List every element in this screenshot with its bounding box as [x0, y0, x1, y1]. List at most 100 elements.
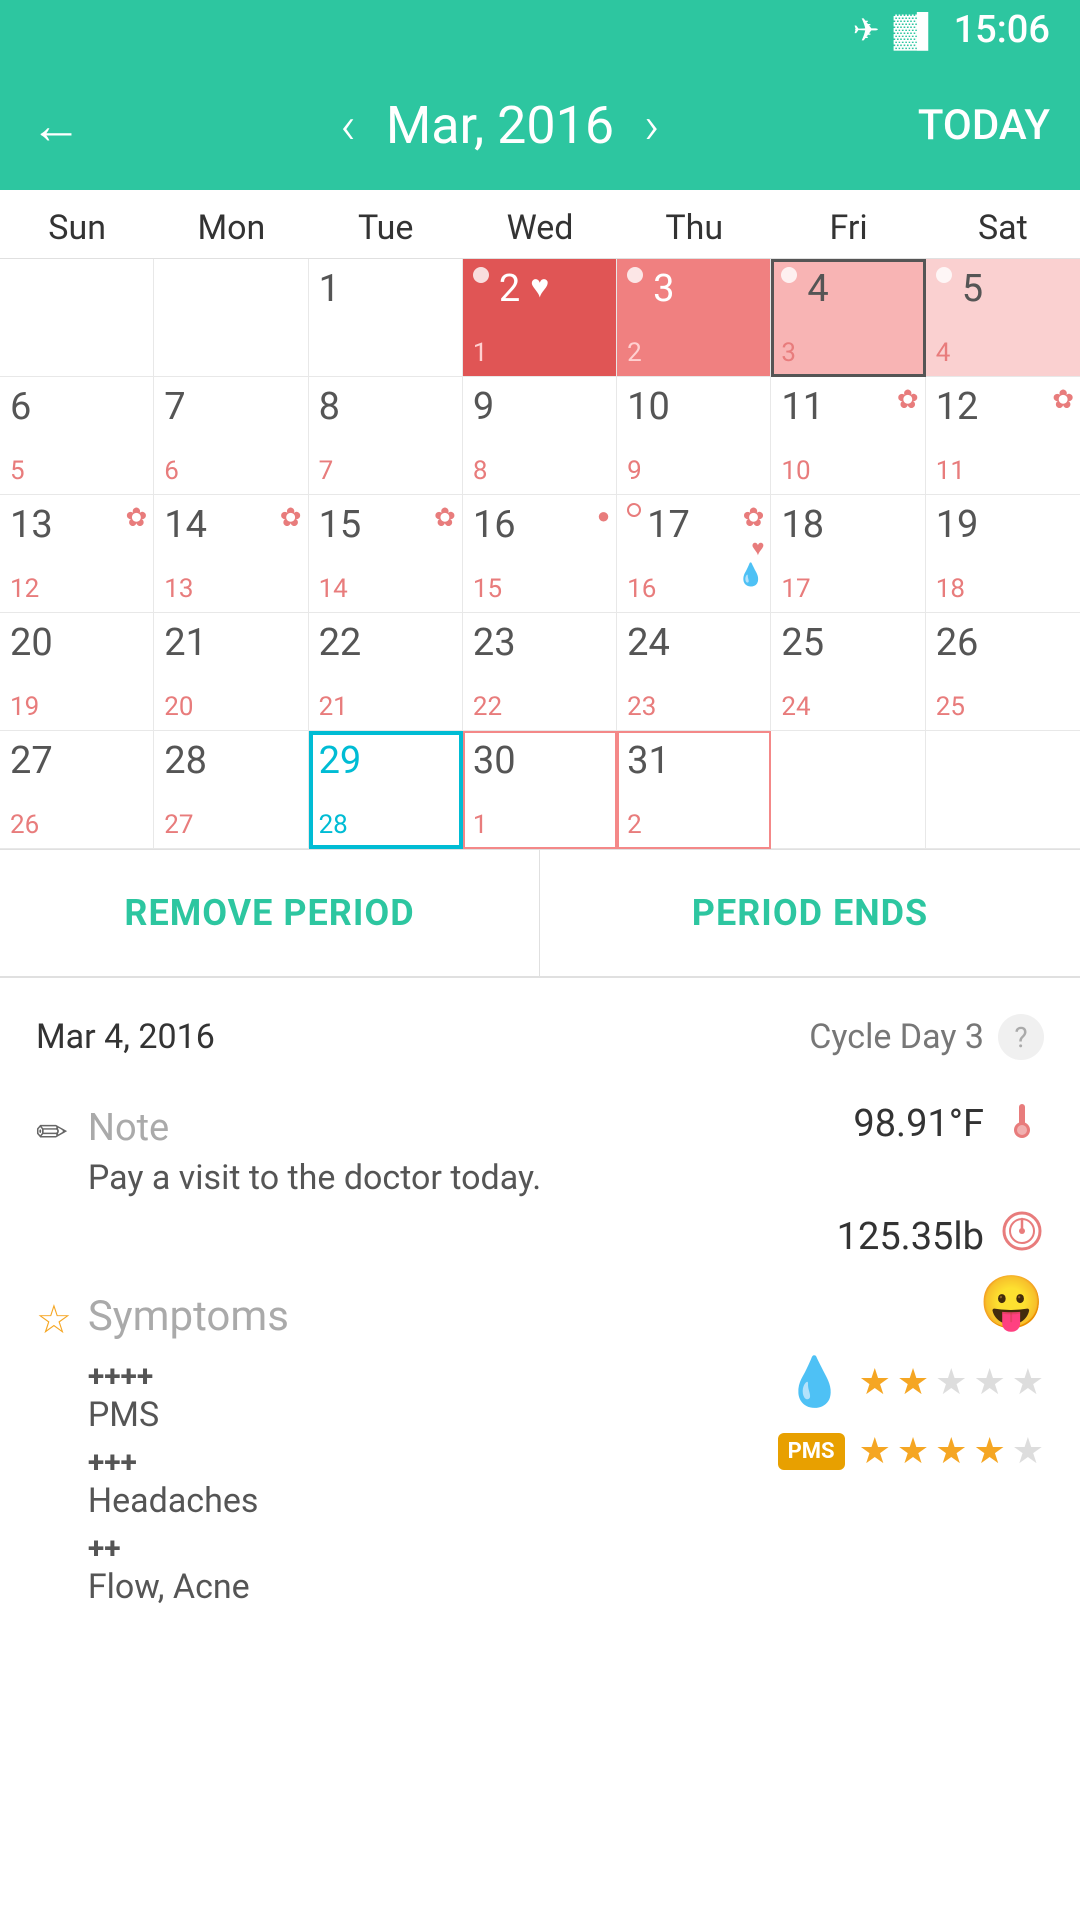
- star-4: ★: [973, 1361, 1005, 1403]
- period-dot: [781, 267, 797, 283]
- day-header-thu: Thu: [617, 190, 771, 258]
- cal-cell-mar21[interactable]: 21 20: [154, 613, 308, 731]
- cal-cell-mar28[interactable]: 28 27: [154, 731, 308, 849]
- month-nav: ‹ Mar, 2016 ›: [340, 95, 659, 156]
- day-header-wed: Wed: [463, 190, 617, 258]
- note-text: Pay a visit to the doctor today.: [88, 1158, 541, 1198]
- cal-cell-mar19[interactable]: 19 18: [926, 495, 1080, 613]
- star-1: ★: [859, 1361, 891, 1403]
- cal-cell-mar8[interactable]: 8 7: [309, 377, 463, 495]
- period-dot: [936, 267, 952, 283]
- flower-icon: ✿: [897, 385, 919, 415]
- cal-cell-mar15[interactable]: 15 14 ✿: [309, 495, 463, 613]
- flower-icon: ✿: [1052, 385, 1074, 415]
- cal-cell-mar30[interactable]: 30 1: [463, 731, 617, 849]
- note-section: ✏ Note Pay a visit to the doctor today.: [36, 1106, 590, 1198]
- thermometer-icon: [1000, 1096, 1044, 1151]
- cal-cell-empty: [926, 731, 1080, 849]
- flower-icon: ✿: [434, 503, 456, 533]
- day-header-sun: Sun: [0, 190, 154, 258]
- cal-cell-mar12[interactable]: 12 11 ✿: [926, 377, 1080, 495]
- cal-cell-empty: [771, 731, 925, 849]
- calendar-grid: 1 2 ♥ 1 3 2 4 3 5 4 6 5 7 6: [0, 259, 1080, 850]
- today-button[interactable]: TODAY: [918, 101, 1050, 150]
- cal-cell-mar9[interactable]: 9 8: [463, 377, 617, 495]
- flower-icon: ✿: [125, 503, 147, 533]
- detail-date: Mar 4, 2016: [36, 1017, 215, 1057]
- cal-cell-mar1[interactable]: 1: [309, 259, 463, 377]
- star-3: ★: [935, 1361, 967, 1403]
- action-buttons: REMOVE PERIOD PERIOD ENDS: [0, 850, 1080, 978]
- star-3: ★: [935, 1430, 967, 1472]
- detail-panel: Mar 4, 2016 Cycle Day 3 ? 98.91°F 125.35…: [0, 978, 1080, 1613]
- symptoms-label: Symptoms: [88, 1292, 289, 1341]
- drop-icon: ●: [597, 503, 610, 529]
- day-header-sat: Sat: [926, 190, 1080, 258]
- month-title: Mar, 2016: [386, 95, 614, 156]
- symptoms-list: ++++ PMS +++ Headaches ++ Flow, Acne: [88, 1355, 289, 1607]
- cal-cell-mar3[interactable]: 3 2: [617, 259, 771, 377]
- back-button[interactable]: ←: [30, 95, 82, 156]
- pms-stars: ★ ★ ★ ★ ★: [859, 1430, 1044, 1472]
- cal-cell-mar10[interactable]: 10 9: [617, 377, 771, 495]
- cal-cell-mar14[interactable]: 14 13 ✿: [154, 495, 308, 613]
- cal-cell-mar11[interactable]: 11 10 ✿: [771, 377, 925, 495]
- edit-icon[interactable]: ✏: [36, 1110, 68, 1155]
- scale-icon: [1000, 1209, 1044, 1264]
- star-5: ★: [1012, 1430, 1044, 1472]
- cal-cell-mar18[interactable]: 18 17: [771, 495, 925, 613]
- mood-rating: 😛: [979, 1272, 1044, 1333]
- battery-icon: ▓▌: [894, 11, 940, 49]
- remove-period-button[interactable]: REMOVE PERIOD: [0, 850, 540, 976]
- symptoms-area: ☆ Symptoms ++++ PMS +++ Headaches +: [36, 1292, 1044, 1613]
- cal-cell-empty: [154, 259, 308, 377]
- cal-cell-mar17[interactable]: 17 16 ✿ ♥ 💧: [617, 495, 771, 613]
- flow-stars: ★ ★ ★ ★ ★: [859, 1361, 1044, 1403]
- flower-icon: ✿: [280, 503, 302, 533]
- cal-cell-mar24[interactable]: 24 23: [617, 613, 771, 731]
- detail-cycle: Cycle Day 3 ?: [809, 1014, 1044, 1060]
- symptom-headaches: +++ Headaches: [88, 1441, 289, 1521]
- cal-cell-mar25[interactable]: 25 24: [771, 613, 925, 731]
- pms-badge: PMS: [778, 1433, 845, 1470]
- symptoms-star-icon: ☆: [36, 1296, 72, 1343]
- cal-cell-mar5[interactable]: 5 4: [926, 259, 1080, 377]
- weight-value: 125.35lb: [837, 1215, 984, 1259]
- period-dot: [473, 267, 489, 283]
- cycle-info-button[interactable]: ?: [998, 1014, 1044, 1060]
- detail-header: Mar 4, 2016 Cycle Day 3 ?: [36, 1014, 1044, 1060]
- drop-rating-icon: 💧: [785, 1353, 845, 1410]
- star-5: ★: [1012, 1361, 1044, 1403]
- flower-icon: ✿: [743, 503, 765, 533]
- cal-cell-mar22[interactable]: 22 21: [309, 613, 463, 731]
- cal-cell-mar26[interactable]: 26 25: [926, 613, 1080, 731]
- next-month-button[interactable]: ›: [644, 95, 660, 156]
- cal-cell-mar29[interactable]: 29 28: [309, 731, 463, 849]
- star-2: ★: [897, 1430, 929, 1472]
- cycle-day-label: Cycle Day 3: [809, 1017, 984, 1057]
- cal-cell-mar16[interactable]: 16 15 ●: [463, 495, 617, 613]
- period-ends-button[interactable]: PERIOD ENDS: [540, 850, 1080, 976]
- symptoms-left: ☆ Symptoms ++++ PMS +++ Headaches +: [36, 1292, 758, 1613]
- status-bar: ✈ ▓▌ 15:06: [0, 0, 1080, 60]
- heart-icon: ♥: [530, 267, 549, 305]
- prev-month-button[interactable]: ‹: [340, 95, 356, 156]
- star-4: ★: [973, 1430, 1005, 1472]
- airplane-icon: ✈: [853, 11, 880, 49]
- day-headers: Sun Mon Tue Wed Thu Fri Sat: [0, 190, 1080, 259]
- cal-cell-mar27[interactable]: 27 26: [0, 731, 154, 849]
- cal-cell-mar20[interactable]: 20 19: [0, 613, 154, 731]
- cal-cell-mar23[interactable]: 23 22: [463, 613, 617, 731]
- cal-cell-mar4[interactable]: 4 3: [771, 259, 925, 377]
- cal-cell-mar31[interactable]: 31 2: [617, 731, 771, 849]
- cal-cell-mar7[interactable]: 7 6: [154, 377, 308, 495]
- detail-content: 98.91°F 125.35lb: [36, 1096, 1044, 1613]
- cal-cell-mar13[interactable]: 13 12 ✿: [0, 495, 154, 613]
- cal-cell-mar2[interactable]: 2 ♥ 1: [463, 259, 617, 377]
- day-header-fri: Fri: [771, 190, 925, 258]
- cal-cell-empty: [0, 259, 154, 377]
- status-icons: ✈ ▓▌ 15:06: [853, 8, 1050, 52]
- mood-emoji: 😛: [979, 1272, 1044, 1333]
- cal-cell-mar6[interactable]: 6 5: [0, 377, 154, 495]
- weight-row: 125.35lb: [837, 1209, 1044, 1264]
